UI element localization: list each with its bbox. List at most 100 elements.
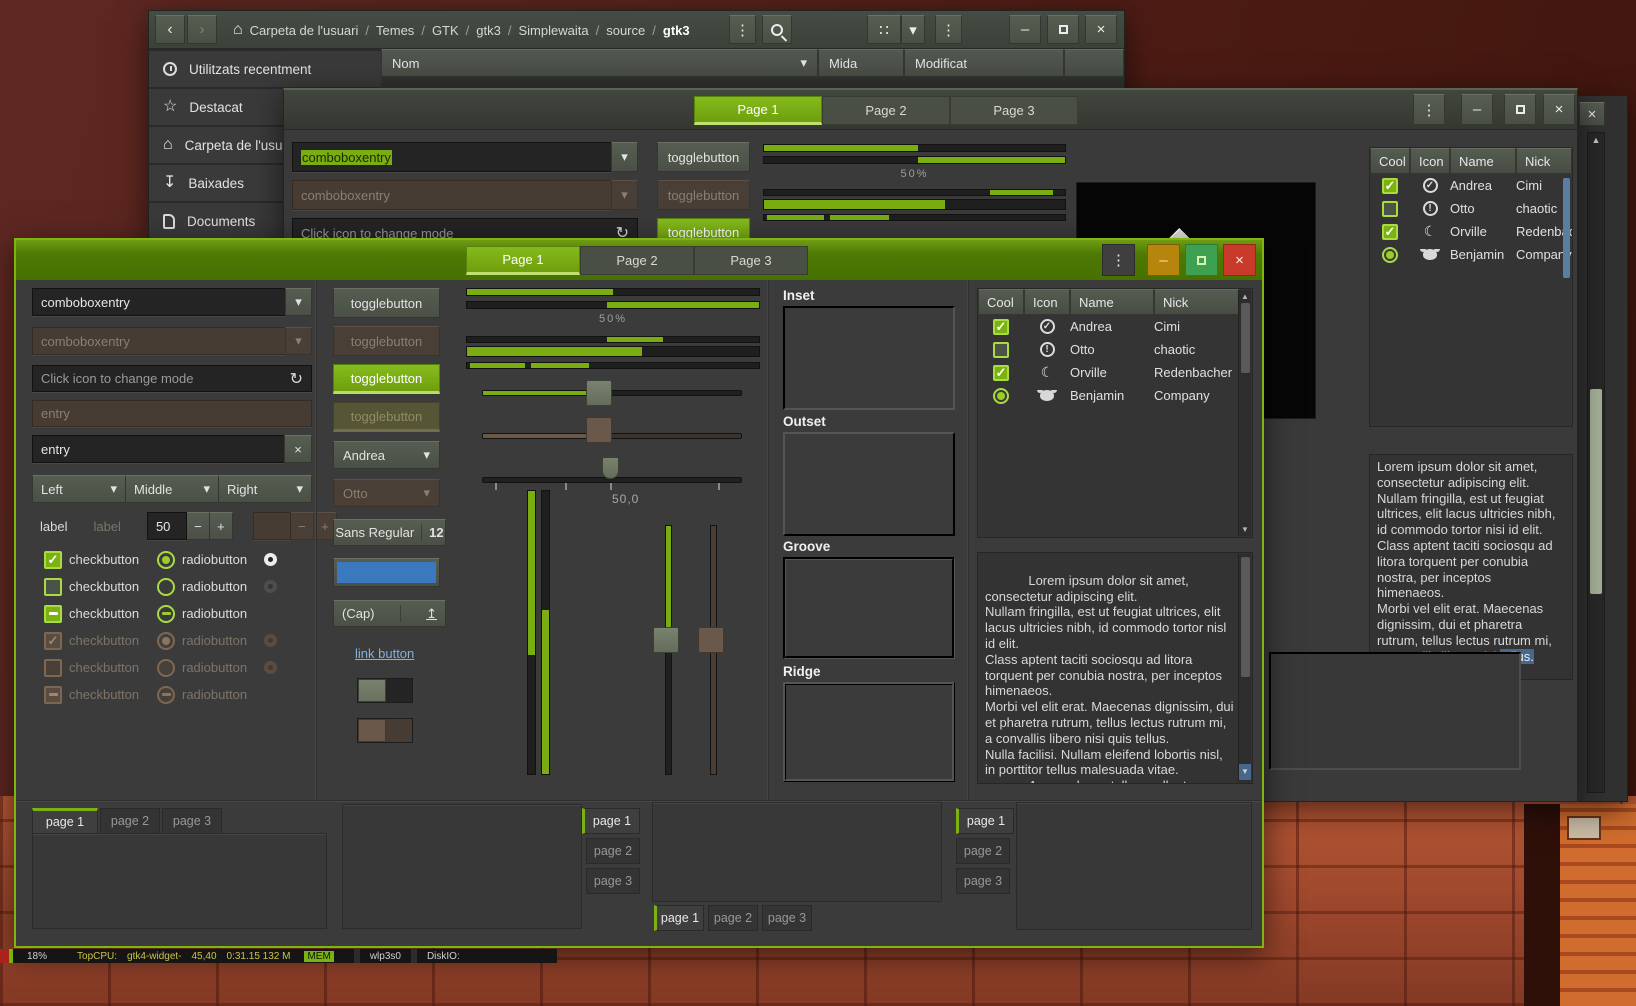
vscale-handle[interactable] xyxy=(653,627,679,653)
breadcrumb-part[interactable]: Simplewaita xyxy=(519,23,589,38)
notebook3-tab-page3[interactable]: page 3 xyxy=(762,905,812,931)
column-name[interactable]: Nom▾ xyxy=(381,49,818,77)
clear-entry-button[interactable]: × xyxy=(284,435,312,463)
close-button[interactable]: × xyxy=(1085,15,1117,44)
notebook1-tab-page1[interactable]: page 1 xyxy=(32,808,98,834)
tree-col-cool[interactable]: Cool xyxy=(1370,148,1410,174)
notebook4-tab-page2[interactable]: page 2 xyxy=(956,838,1010,864)
comboboxentry[interactable]: comboboxentry ▾ xyxy=(32,288,312,316)
close-button[interactable]: × xyxy=(1543,94,1575,125)
checkbox-checked[interactable]: ✓ xyxy=(1382,178,1398,194)
spin-minus-button[interactable]: − xyxy=(187,512,210,540)
checkbox-unchecked[interactable] xyxy=(1382,201,1398,217)
checkbox-indeterminate[interactable] xyxy=(44,605,62,623)
radio-selected[interactable] xyxy=(993,388,1009,404)
menu-button[interactable]: ⋮ xyxy=(1102,244,1135,276)
comboboxentry[interactable]: comboboxentry ▾ xyxy=(292,142,638,172)
radio-selected[interactable] xyxy=(157,551,175,569)
tree-col-nick[interactable]: Nick xyxy=(1154,289,1239,315)
textview[interactable]: Lorem ipsum dolor sit amet, consectetur … xyxy=(1369,454,1573,680)
breadcrumb[interactable]: ⌂ Carpeta de l'usuari/ Temes/ GTK/ gtk3/… xyxy=(233,11,690,49)
tree-row[interactable]: ✓ ☾ OrvilleRedenbacher xyxy=(1370,220,1572,243)
scroll-down-icon[interactable]: ▼ xyxy=(1239,764,1251,780)
tree-col-name[interactable]: Name xyxy=(1070,289,1154,315)
window-menu-button[interactable]: ⋮ xyxy=(935,15,962,44)
spin-plus-button[interactable]: + xyxy=(210,512,233,540)
small-radio[interactable] xyxy=(264,580,277,593)
comboboxentry-text[interactable]: comboboxentry xyxy=(41,295,130,310)
combo-middle[interactable]: Middle▾ xyxy=(126,475,219,503)
scrollbar-thumb[interactable] xyxy=(1241,303,1250,373)
maximize-button[interactable] xyxy=(1185,244,1218,276)
back-button[interactable]: ‹ xyxy=(155,15,185,44)
menu-button[interactable]: ⋮ xyxy=(1413,94,1445,125)
tree-col-icon[interactable]: Icon xyxy=(1024,289,1070,315)
breadcrumb-part[interactable]: Carpeta de l'usuari xyxy=(250,23,359,38)
notebook3-tab-page2[interactable]: page 2 xyxy=(708,905,758,931)
font-button[interactable]: Sans Regular12 xyxy=(333,519,446,546)
tree-row[interactable]: ! Ottochaotic xyxy=(978,338,1252,361)
hscale[interactable] xyxy=(482,390,742,396)
tab-page3[interactable]: Page 3 xyxy=(950,96,1078,125)
tree-row[interactable]: ! Ottochaotic xyxy=(1370,197,1572,220)
checkbox-unchecked[interactable] xyxy=(993,342,1009,358)
tree-row[interactable]: BenjaminCompany xyxy=(1370,243,1572,266)
entry-text[interactable]: entry xyxy=(41,442,70,457)
tree-row[interactable]: ✓ ✓ AndreaCimi xyxy=(978,315,1252,338)
small-radio[interactable] xyxy=(264,553,277,566)
scrollbar-thumb[interactable] xyxy=(1590,389,1602,594)
notebook2-tab-page1[interactable]: page 1 xyxy=(582,808,640,834)
scrollbar[interactable]: ▼ xyxy=(1238,554,1251,782)
tab-page1[interactable]: Page 1 xyxy=(466,246,580,275)
scrollbar-thumb[interactable] xyxy=(1563,178,1570,278)
tab-page2[interactable]: Page 2 xyxy=(580,246,694,275)
combo-left[interactable]: Left▾ xyxy=(32,475,126,503)
notebook4-tab-page3[interactable]: page 3 xyxy=(956,868,1010,894)
tree-row[interactable]: ✓ ☾ OrvilleRedenbacher xyxy=(978,361,1252,384)
notebook3-tab-page1[interactable]: page 1 xyxy=(654,905,704,931)
mode-entry[interactable]: Click icon to change mode ↻ xyxy=(32,365,312,392)
breadcrumb-part[interactable]: Temes xyxy=(376,23,414,38)
togglebutton[interactable]: togglebutton xyxy=(333,288,440,318)
comboboxentry-text[interactable]: comboboxentry xyxy=(301,150,392,165)
tree-row[interactable]: BenjaminCompany xyxy=(978,384,1252,407)
checkbox-unchecked[interactable] xyxy=(44,578,62,596)
minimize-button[interactable]: – xyxy=(1009,15,1041,44)
radio-selected[interactable] xyxy=(1382,247,1398,263)
tab-page1[interactable]: Page 1 xyxy=(694,96,822,125)
togglebutton-active[interactable]: togglebutton xyxy=(333,364,440,394)
combo-arrow-button[interactable]: ▾ xyxy=(285,288,312,316)
switch[interactable] xyxy=(357,678,413,703)
minimize-button[interactable]: – xyxy=(1147,244,1180,276)
view-options-button[interactable]: ▾ xyxy=(901,15,925,44)
scroll-down-icon[interactable]: ▼ xyxy=(1241,525,1249,534)
scrollbar[interactable]: ▲ ▼ xyxy=(1238,290,1251,536)
notebook1-tab-page2[interactable]: page 2 xyxy=(100,808,160,834)
maximize-button[interactable] xyxy=(1047,15,1079,44)
hscale-handle[interactable] xyxy=(586,380,612,406)
tree-col-nick[interactable]: Nick xyxy=(1516,148,1572,174)
checkbox-checked[interactable]: ✓ xyxy=(993,365,1009,381)
forward-button[interactable]: › xyxy=(187,15,217,44)
entry-clearable[interactable]: entry × xyxy=(32,435,312,463)
checkbox-checked[interactable]: ✓ xyxy=(44,551,62,569)
refresh-icon[interactable]: ↻ xyxy=(290,369,303,389)
togglebutton[interactable]: togglebutton xyxy=(657,142,750,172)
scroll-up-icon[interactable]: ▲ xyxy=(1241,292,1249,301)
spinbutton[interactable]: 50 − + xyxy=(147,512,233,540)
notebook4-tab-page1[interactable]: page 1 xyxy=(956,808,1014,834)
tree-col-cool[interactable]: Cool xyxy=(978,289,1024,315)
close-button[interactable]: × xyxy=(1223,244,1256,276)
tree-col-name[interactable]: Name xyxy=(1450,148,1516,174)
column-size[interactable]: Mida xyxy=(818,49,904,77)
scrollbar[interactable]: ▲ xyxy=(1587,132,1605,793)
radio-indeterminate[interactable] xyxy=(157,605,175,623)
combo-arrow-button[interactable]: ▾ xyxy=(611,142,638,172)
breadcrumb-part[interactable]: GTK xyxy=(432,23,459,38)
tree-col-icon[interactable]: Icon xyxy=(1410,148,1450,174)
tab-page3[interactable]: Page 3 xyxy=(694,246,808,275)
tab-page2[interactable]: Page 2 xyxy=(822,96,950,125)
path-menu-button[interactable]: ⋮ xyxy=(729,15,756,44)
breadcrumb-part[interactable]: gtk3 xyxy=(476,23,501,38)
textview[interactable]: Lorem ipsum dolor sit amet, consectetur … xyxy=(977,552,1253,784)
